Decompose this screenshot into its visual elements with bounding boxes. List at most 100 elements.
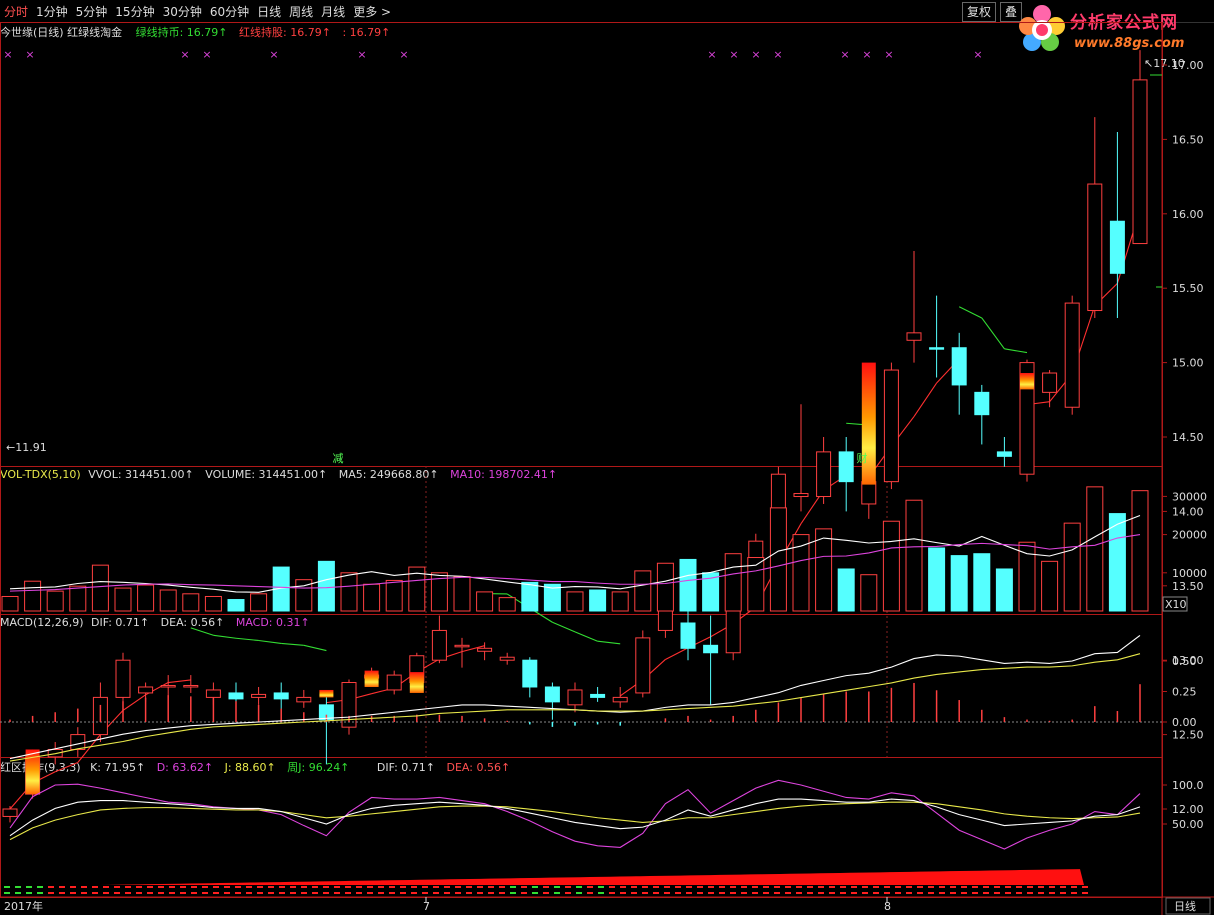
volume-bar-up — [724, 553, 742, 612]
volume-bar-up — [69, 585, 87, 612]
signal-dash — [422, 886, 428, 888]
signal-dash — [752, 886, 758, 888]
signal-dash — [389, 892, 395, 894]
price-tick-label: 12.00 — [1172, 803, 1204, 816]
signal-dash — [1082, 892, 1088, 894]
signal-dash — [235, 886, 241, 888]
green-hold-line — [281, 642, 304, 646]
candle-up — [906, 332, 922, 341]
signal-marker: × — [729, 48, 738, 61]
green-hold-line — [552, 621, 576, 633]
signal-dash — [1038, 892, 1044, 894]
signal-dash — [455, 886, 461, 888]
signal-dash — [345, 892, 351, 894]
signal-dash — [950, 886, 956, 888]
signal-dash — [268, 886, 274, 888]
green-hold-line — [981, 317, 1005, 350]
signal-dash — [1060, 886, 1066, 888]
candle-up — [138, 686, 154, 694]
signal-dash — [510, 892, 516, 894]
price-tick-label: 17.00 — [1172, 59, 1204, 72]
stock-chart[interactable]: × × × × × × × × × × × × × × ×←11.91↖17.10减财 17.0016.50… — [0, 0, 1214, 915]
volume-bar-up — [1063, 522, 1081, 612]
signal-dash — [279, 892, 285, 894]
signal-dash — [1005, 892, 1011, 894]
candle-up — [183, 684, 199, 688]
signal-marker: × — [840, 48, 849, 61]
signal-marker: × — [3, 48, 12, 61]
signal-dash — [444, 886, 450, 888]
volume-bar-down — [227, 599, 245, 612]
signal-dash — [1071, 886, 1077, 888]
signal-dash — [686, 892, 692, 894]
candle-up — [1132, 79, 1148, 245]
signal-dash — [191, 886, 197, 888]
signal-dash — [950, 892, 956, 894]
volume-bar-up — [363, 583, 381, 612]
period-label: 日线 — [1174, 899, 1196, 913]
signal-dash — [510, 886, 516, 888]
candle-down — [974, 391, 990, 416]
signal-dash — [532, 892, 538, 894]
signal-marker: × — [25, 48, 34, 61]
price-tick-label: 14.50 — [1172, 431, 1204, 444]
candle-up — [454, 644, 470, 648]
signal-dash — [587, 892, 593, 894]
candle-up — [386, 674, 402, 691]
signal-dash — [70, 886, 76, 888]
volume-bar-up — [1131, 490, 1149, 612]
price-tick-label: 14.00 — [1172, 505, 1204, 518]
candle-down — [951, 347, 967, 386]
signal-dash — [1038, 886, 1044, 888]
signal-dash — [411, 892, 417, 894]
signal-dash — [279, 886, 285, 888]
signal-dash — [598, 886, 604, 888]
volume-bar-up — [46, 590, 64, 612]
signal-dash — [356, 892, 362, 894]
candle-up — [477, 647, 493, 652]
candle-up — [160, 684, 176, 688]
volume-tick-label: 10000 — [1172, 567, 1207, 580]
signal-dash — [488, 892, 494, 894]
signal-dash — [268, 892, 274, 894]
signal-dash — [697, 886, 703, 888]
volume-bar-down — [679, 558, 697, 612]
signal-dash — [631, 892, 637, 894]
candle-down — [680, 622, 696, 649]
volume-bar-down — [317, 560, 335, 612]
signal-dash — [829, 892, 835, 894]
signal-dash — [543, 892, 549, 894]
signal-dash — [840, 892, 846, 894]
signal-dash — [4, 886, 10, 888]
volume-bar-up — [815, 528, 833, 612]
signal-dash — [994, 886, 1000, 888]
signal-dash — [48, 892, 54, 894]
signal-marker: × — [862, 48, 871, 61]
signal-dash — [653, 886, 659, 888]
green-hold-line — [958, 306, 983, 319]
signal-dash — [81, 892, 87, 894]
candle-up — [793, 493, 809, 498]
volume-bar-up — [656, 562, 674, 612]
k-line — [9, 798, 1141, 837]
signal-dash — [411, 886, 417, 888]
signal-marker: × — [180, 48, 189, 61]
candle-up — [115, 659, 131, 698]
candle-up — [861, 481, 877, 505]
signal-dash — [246, 886, 252, 888]
green-hold-line — [258, 639, 282, 645]
volume-bar-up — [882, 520, 900, 612]
candle-up — [1064, 302, 1080, 408]
signal-dash — [389, 886, 395, 888]
candle-up — [1087, 183, 1103, 312]
signal-dash — [895, 892, 901, 894]
signal-dash — [356, 886, 362, 888]
volume-bar-up — [159, 589, 177, 612]
candle-down — [1109, 220, 1125, 274]
volume-bar-up — [1018, 541, 1036, 612]
signal-dash — [37, 892, 43, 894]
volume-bar-up — [1041, 560, 1059, 612]
signal-dash — [81, 886, 87, 888]
candle-up — [635, 637, 651, 694]
macd-tick-label: 0.25 — [1172, 686, 1197, 699]
